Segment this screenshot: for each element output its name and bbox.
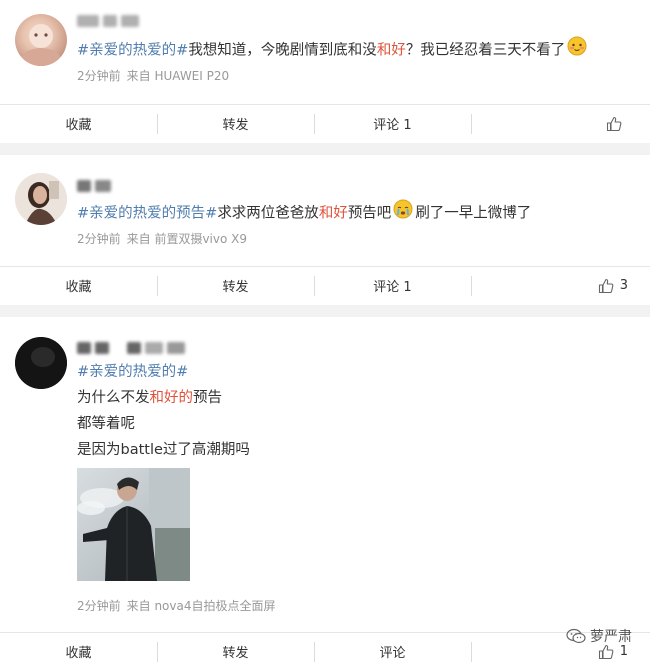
hashtag-link[interactable]: #亲爱的热爱的# [77,364,188,380]
watermark-text: 萝严肃 [590,629,632,645]
blushing-emoji-icon [567,36,587,63]
post-meta: 2分钟前 来自 nova4自拍极点全面屏 [77,597,276,614]
like-button[interactable] [471,105,650,142]
comment-button[interactable]: 评论 1 [314,105,471,142]
comment-card-3: #亲爱的热爱的# 为什么不发和好的预告 都等着呢 是因为battle过了高潮期吗 [0,317,650,666]
crying-emoji-icon [393,199,413,226]
post-text: #亲爱的热爱的#我想知道，今晚剧情到底和没和好？我已经忍着三天不看了 [77,36,589,64]
post-text-line: 为什么不发和好的预告 [77,390,222,406]
favorite-button[interactable]: 收藏 [0,105,157,142]
post-image[interactable] [77,468,190,581]
avatar[interactable] [15,173,67,225]
post-source: 来自 nova4自拍极点全面屏 [126,599,276,613]
wechat-icon [566,628,586,644]
thumbs-up-icon [606,116,622,131]
post-meta: 2分钟前 来自 前置双摄vivo X9 [77,230,247,247]
comment-card-1: #亲爱的热爱的#我想知道，今晚剧情到底和没和好？我已经忍着三天不看了 2分钟前来… [0,0,650,143]
like-button[interactable]: 3 [471,267,650,304]
thumbs-up-icon [598,278,614,293]
post-source: 来自 HUAWEI P20 [126,69,230,83]
action-bar: 收藏 转发 评论 1 3 [0,266,650,304]
favorite-button[interactable]: 收藏 [0,267,157,304]
avatar-image [21,24,61,66]
comment-button[interactable]: 评论 1 [314,267,471,304]
action-bar: 收藏 转发 评论 1 [0,632,650,666]
post-text-line: 是因为battle过了高潮期吗 [77,442,250,458]
avatar-image [15,173,67,225]
post-meta: 2分钟前 来自 HUAWEI P20 [77,67,229,84]
post-time: 2分钟前 [77,232,121,246]
hashtag-link[interactable]: #亲爱的热爱的预告# [77,206,217,222]
repost-button[interactable]: 转发 [157,105,314,142]
repost-button[interactable]: 转发 [157,267,314,304]
comment-card-2: #亲爱的热爱的预告#求求两位爸爸放和好预告吧 刷了一早上微博了 2分钟前 来自 前… [0,155,650,305]
avatar-image [15,337,67,389]
avatar[interactable] [15,14,67,66]
post-text-line: 都等着呢 [77,416,135,432]
watermark: 萝严肃 [566,626,632,646]
hashtag-link[interactable]: #亲爱的热爱的# [77,43,188,59]
action-bar: 收藏 转发 评论 1 [0,104,650,142]
post-text: #亲爱的热爱的预告#求求两位爸爸放和好预告吧 刷了一早上微博了 [77,199,531,227]
like-count: 3 [619,278,628,293]
favorite-button[interactable]: 收藏 [0,633,157,666]
comment-button[interactable]: 评论 [314,633,471,666]
repost-button[interactable]: 转发 [157,633,314,666]
like-count: 1 [619,644,628,659]
username-blurred[interactable] [77,179,111,193]
post-hashtag: #亲爱的热爱的# [77,361,188,383]
post-image-content [77,468,190,581]
post-time: 2分钟前 [77,69,121,83]
post-source: 来自 前置双摄vivo X9 [126,232,248,246]
post-time: 2分钟前 [77,599,121,613]
avatar[interactable] [15,337,67,389]
username-blurred[interactable] [77,341,185,355]
username-blurred[interactable] [77,14,139,28]
